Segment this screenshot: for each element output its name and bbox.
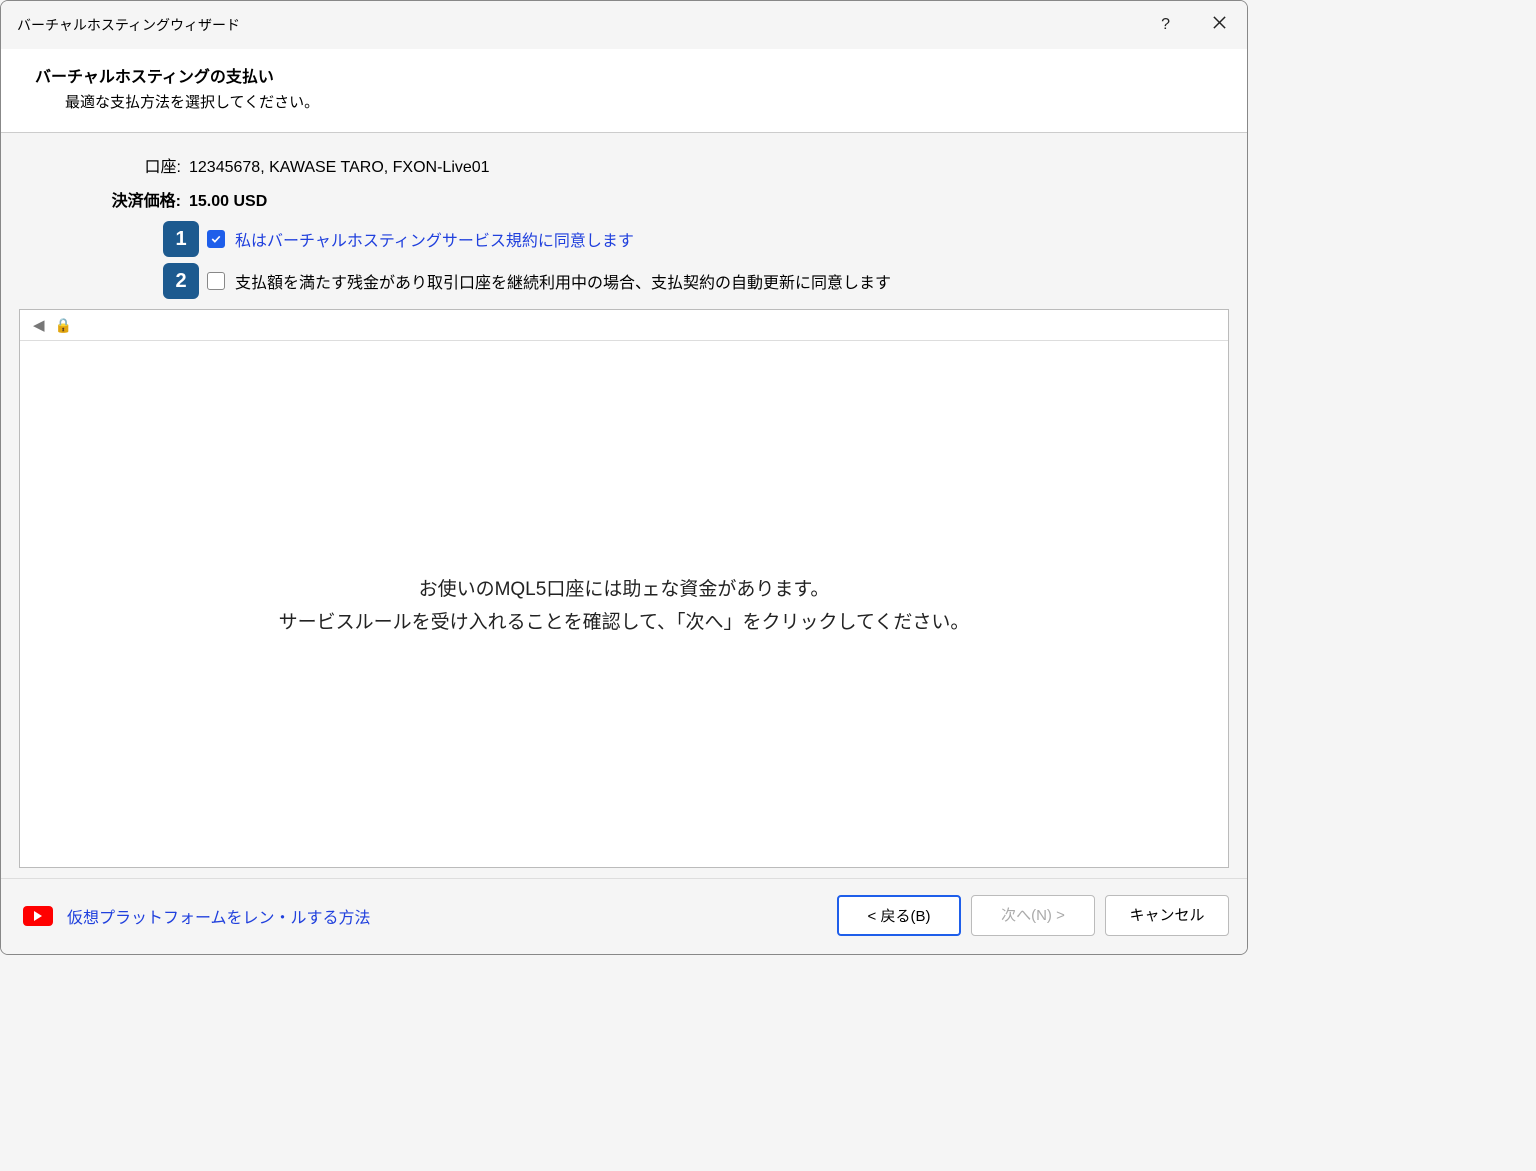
cancel-button[interactable]: キャンセル (1105, 895, 1229, 936)
help-button[interactable]: ? (1153, 12, 1178, 38)
next-button: 次へ(N) > (971, 895, 1095, 936)
back-icon[interactable]: ◀ (33, 316, 45, 334)
instruction-message: サービスルールを受け入れることを確認して、「次へ」をクリックしてください。 (279, 607, 970, 634)
badge-1: 1 (163, 221, 199, 257)
window-title: バーチャルホスティングウィザード (17, 15, 240, 35)
browser-content: お使いのMQL5口座には助ェな資金があります。 サービスルールを受け入れることを… (20, 341, 1228, 867)
browser-toolbar: ◀ 🔒 (20, 310, 1228, 341)
badge-2: 2 (163, 263, 199, 299)
footer: 仮想プラットフォームをレン・ルする方法 < 戻る(B) 次へ(N) > キャンセ… (1, 878, 1247, 954)
autorenew-label: 支払額を満たす残金があり取引口座を継続利用中の場合、支払契約の自動更新に同意しま… (235, 269, 891, 293)
footer-left: 仮想プラットフォームをレン・ルする方法 (23, 904, 371, 928)
autorenew-checkbox[interactable] (207, 272, 225, 290)
footer-buttons: < 戻る(B) 次へ(N) > キャンセル (837, 895, 1229, 936)
embedded-browser: ◀ 🔒 お使いのMQL5口座には助ェな資金があります。 サービスルールを受け入れ… (19, 309, 1229, 868)
close-button[interactable] (1204, 11, 1235, 39)
price-row: 決済価格: 15.00 USD (19, 187, 1229, 211)
header-subtitle: 最適な支払方法を選択してください。 (65, 91, 1217, 112)
terms-checkbox[interactable] (207, 230, 225, 248)
funds-message: お使いのMQL5口座には助ェな資金があります。 (419, 574, 830, 601)
title-bar: バーチャルホスティングウィザード ? (1, 1, 1247, 49)
help-link[interactable]: 仮想プラットフォームをレン・ルする方法 (67, 904, 371, 928)
titlebar-buttons: ? (1153, 11, 1235, 39)
header-title: バーチャルホスティングの支払い (35, 63, 1217, 87)
wizard-dialog: バーチャルホスティングウィザード ? バーチャルホスティングの支払い 最適な支払… (0, 0, 1248, 955)
back-button[interactable]: < 戻る(B) (837, 895, 961, 936)
price-label: 決済価格: (19, 187, 181, 211)
youtube-icon[interactable] (23, 906, 53, 926)
terms-label[interactable]: 私はバーチャルホスティングサービス規約に同意します (235, 227, 634, 251)
account-value: 12345678, KAWASE TARO, FXON-Live01 (189, 159, 490, 177)
lock-icon: 🔒 (55, 317, 72, 334)
autorenew-row: 2 支払額を満たす残金があり取引口座を継続利用中の場合、支払契約の自動更新に同意… (163, 263, 1229, 299)
account-row: 口座: 12345678, KAWASE TARO, FXON-Live01 (19, 153, 1229, 177)
terms-row: 1 私はバーチャルホスティングサービス規約に同意します (163, 221, 1229, 257)
wizard-header: バーチャルホスティングの支払い 最適な支払方法を選択してください。 (1, 49, 1247, 133)
account-label: 口座: (19, 153, 181, 177)
content-area: 口座: 12345678, KAWASE TARO, FXON-Live01 決… (1, 133, 1247, 878)
price-value: 15.00 USD (189, 193, 267, 211)
